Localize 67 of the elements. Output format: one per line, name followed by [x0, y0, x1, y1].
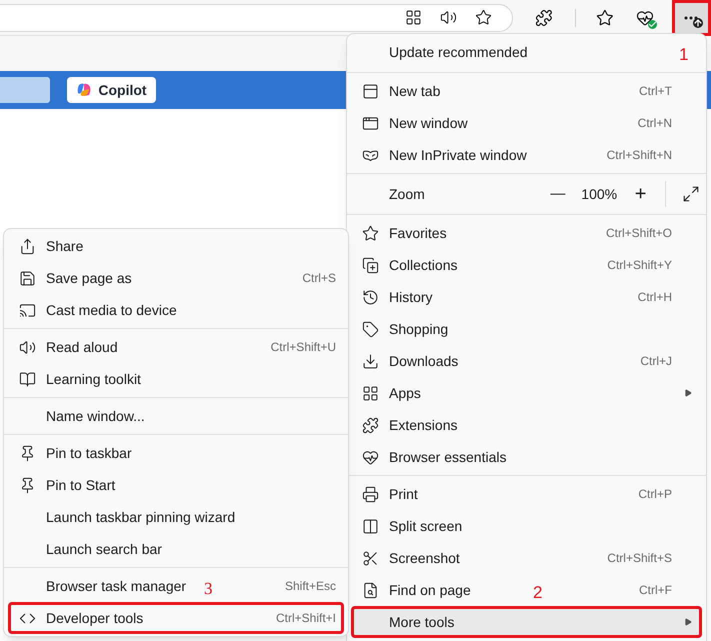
- heart-pulse-icon: [362, 448, 378, 466]
- menu-item[interactable]: Collections Ctrl+Shift+Y: [351, 249, 702, 281]
- step-number: 2: [533, 584, 542, 601]
- menu-item[interactable]: Save page as Ctrl+S: [8, 262, 344, 294]
- printer-icon: [362, 486, 378, 502]
- download-icon: [362, 352, 378, 370]
- menu-item[interactable]: Browser task manager 3 Shift+Esc: [8, 570, 344, 602]
- menu-item[interactable]: New window Ctrl+N: [351, 107, 702, 139]
- more-button[interactable]: [672, 0, 711, 36]
- split-screen-icon: [362, 518, 378, 534]
- menu-item[interactable]: Find on page 2 Ctrl+F: [351, 574, 702, 606]
- share-icon: [18, 238, 36, 254]
- menu-item[interactable]: Shopping: [351, 313, 702, 345]
- window-icon: [362, 114, 378, 132]
- step-number: 3: [204, 580, 212, 597]
- menu-item[interactable]: Cast media to device: [8, 294, 344, 326]
- zoom-value: 100%: [580, 184, 618, 204]
- ellipsis-icon: [684, 16, 698, 20]
- zoom-out-button[interactable]: —: [543, 182, 572, 206]
- add-app-icon[interactable]: [405, 9, 422, 26]
- star-icon: [362, 224, 378, 242]
- menu-item[interactable]: Apps: [351, 377, 702, 409]
- favorites-icon[interactable]: [596, 8, 614, 26]
- menu-item[interactable]: Favorites Ctrl+Shift+O: [351, 217, 702, 249]
- menu-item[interactable]: Developer tools Ctrl+Shift+I: [8, 602, 344, 634]
- zoom-in-button[interactable]: +: [626, 179, 656, 209]
- menu-item[interactable]: Name window...: [8, 400, 344, 432]
- menu-item[interactable]: History Ctrl+H: [351, 281, 702, 313]
- menu-item[interactable]: Launch taskbar pinning wizard: [8, 501, 344, 533]
- menu-item[interactable]: New tab Ctrl+T: [351, 75, 702, 107]
- copilot-button[interactable]: Copilot: [67, 77, 156, 103]
- grid-icon: [362, 384, 378, 402]
- menu-item[interactable]: Launch search bar: [8, 533, 344, 565]
- menu-item[interactable]: Learning toolkit: [8, 363, 344, 395]
- menu-item[interactable]: Split screen: [351, 510, 702, 542]
- save-icon: [18, 270, 36, 286]
- extensions-icon[interactable]: [535, 8, 553, 26]
- read-aloud-icon[interactable]: [440, 9, 458, 26]
- menu-item[interactable]: Pin to Start: [8, 469, 344, 501]
- zoom-label: Zoom: [389, 184, 426, 204]
- update-badge-icon: [693, 18, 704, 28]
- menu-item[interactable]: Print Ctrl+P: [351, 478, 702, 510]
- menu-item[interactable]: Read aloud Ctrl+Shift+U: [8, 331, 344, 363]
- tag-icon: [362, 320, 378, 338]
- menu-item[interactable]: Share: [8, 230, 344, 262]
- collections-icon: [362, 256, 378, 274]
- favorite-star-icon[interactable]: [475, 9, 492, 26]
- menu-item[interactable]: Extensions: [351, 409, 702, 441]
- scissors-icon: [362, 550, 378, 566]
- menu-item[interactable]: More tools: [351, 606, 702, 638]
- book-icon: [18, 370, 36, 388]
- speaker-icon: [18, 338, 36, 356]
- menu-item[interactable]: Downloads Ctrl+J: [351, 345, 702, 377]
- step-number: 1: [679, 44, 688, 66]
- history-icon: [362, 288, 378, 306]
- submenu-arrow-icon: [684, 618, 692, 626]
- heart-pulse-icon[interactable]: [636, 8, 654, 26]
- new-tab-icon: [362, 82, 378, 100]
- menu-item[interactable]: Pin to taskbar: [8, 437, 344, 469]
- menu-item[interactable]: New InPrivate window Ctrl+Shift+N: [351, 139, 702, 171]
- find-icon: [362, 582, 378, 598]
- copilot-logo-icon: [76, 82, 92, 98]
- puzzle-icon: [362, 416, 378, 434]
- cast-icon: [18, 302, 36, 318]
- menu-item[interactable]: Screenshot Ctrl+Shift+S: [351, 542, 702, 574]
- submenu-arrow-icon: [684, 389, 692, 397]
- menu-item[interactable]: Browser essentials: [351, 441, 702, 473]
